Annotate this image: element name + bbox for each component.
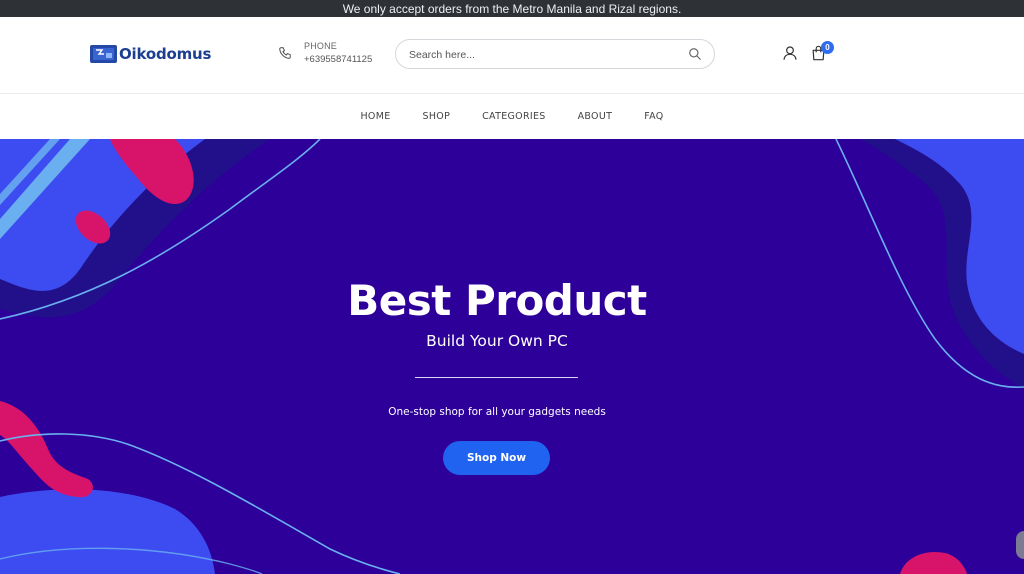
search-icon[interactable] [688, 47, 702, 61]
nav-item-categories[interactable]: CATEGORIES [482, 111, 545, 122]
user-icon[interactable] [782, 45, 798, 61]
search-input[interactable] [409, 46, 679, 63]
nav-item-faq[interactable]: FAQ [644, 111, 663, 122]
phone-contact: PHONE +639558741125 [278, 39, 372, 67]
phone-number[interactable]: +639558741125 [304, 53, 372, 67]
brand-name: Oikodomus [119, 45, 212, 63]
search-box [395, 39, 715, 69]
hero-banner: Best Product Build Your Own PC One-stop … [0, 139, 1024, 574]
hero-title: Best Product [347, 276, 647, 325]
nav-item-shop[interactable]: SHOP [423, 111, 451, 122]
hero-divider [415, 377, 578, 378]
nav-item-about[interactable]: ABOUT [578, 111, 613, 122]
cart-count-badge[interactable]: 0 [821, 41, 834, 54]
main-navigation: HOME SHOP CATEGORIES ABOUT FAQ [0, 94, 1024, 139]
site-header: Oikodomus PHONE +639558741125 Search her… [0, 17, 1024, 94]
hero-tagline: One-stop shop for all your gadgets needs [388, 406, 606, 418]
phone-label: PHONE [304, 41, 338, 51]
announcement-text: We only accept orders from the Metro Man… [342, 1, 682, 16]
scroll-to-top-handle[interactable] [1016, 531, 1024, 559]
logo-icon [90, 44, 117, 64]
announcement-bar: We only accept orders from the Metro Man… [0, 0, 1024, 17]
brand-logo[interactable]: Oikodomus [90, 44, 211, 64]
phone-icon [278, 46, 292, 60]
hero-background-art [0, 139, 1024, 574]
nav-item-home[interactable]: HOME [360, 111, 390, 122]
shop-now-button[interactable]: Shop Now [443, 441, 550, 475]
hero-subtitle: Build Your Own PC [426, 332, 568, 350]
